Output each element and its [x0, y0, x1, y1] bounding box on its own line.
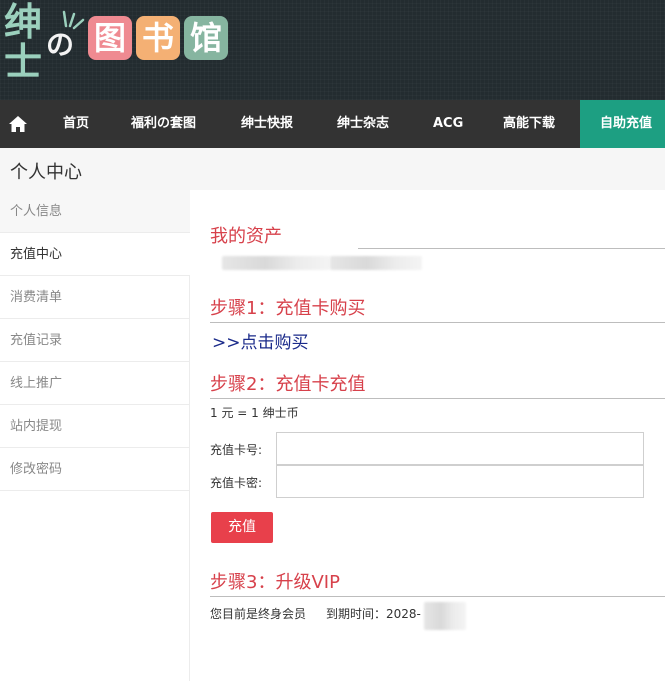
home-button[interactable] — [0, 100, 36, 148]
sidebar-item-withdraw[interactable]: 站内提现 — [0, 405, 190, 448]
nav-item-magazine[interactable]: 绅士杂志 — [337, 100, 389, 148]
step3-divider — [210, 596, 665, 597]
step3-heading: 步骤3：升级VIP — [210, 572, 340, 593]
sidebar-item-profile[interactable]: 个人信息 — [0, 190, 190, 233]
logo-char-2: 士 — [4, 40, 43, 84]
sidebar-item-recharge-history[interactable]: 充值记录 — [0, 319, 190, 362]
logo-char-1: 绅 — [4, 0, 43, 44]
logo-vertical-text: 绅 士 — [4, 2, 48, 90]
buy-card-link[interactable]: >>点击购买 — [212, 328, 309, 353]
site-logo[interactable]: 绅 士 の 图 书 馆 — [0, 0, 240, 100]
sidebar: 个人信息 充值中心 消费清单 充值记录 线上推广 站内提现 修改密码 — [0, 190, 190, 681]
assets-value-blurred-2 — [330, 256, 422, 270]
exchange-rate-text: 1 元 = 1 绅士币 — [210, 406, 299, 420]
assets-divider — [358, 248, 665, 249]
logo-tile-3: 馆 — [184, 16, 228, 60]
step1-divider — [210, 322, 665, 323]
sidebar-item-spending-list[interactable]: 消费清单 — [0, 276, 190, 319]
step2-divider — [210, 398, 665, 399]
step1-heading: 步骤1：充值卡购买 — [210, 298, 366, 319]
card-number-input[interactable] — [276, 432, 644, 465]
nav-item-welfare-gallery[interactable]: 福利の套图 — [131, 100, 196, 148]
main-nav: 首页 福利の套图 绅士快报 绅士杂志 ACG 高能下载 自助充值 — [0, 100, 665, 148]
recharge-button[interactable]: 充值 — [211, 512, 273, 543]
logo-tile-2: 书 — [136, 16, 180, 60]
logo-no-char: の — [46, 28, 75, 61]
assets-value-blurred — [222, 256, 330, 270]
assets-heading: 我的资产 — [210, 226, 282, 247]
site-header: 绅 士 の 图 书 馆 — [0, 0, 665, 100]
card-number-label: 充值卡号: — [210, 443, 263, 457]
page-title-bar: 个人中心 — [0, 148, 665, 190]
nav-item-home[interactable]: 首页 — [63, 100, 89, 148]
nav-item-self-recharge[interactable]: 自助充值 — [580, 100, 665, 148]
nav-item-acg[interactable]: ACG — [433, 100, 463, 148]
page-title: 个人中心 — [10, 162, 82, 183]
vip-status-text: 您目前是终身会员 — [210, 607, 307, 621]
nav-item-downloads[interactable]: 高能下载 — [503, 100, 555, 148]
vip-expiry-text: 到期时间：2028- — [326, 607, 421, 621]
sidebar-item-promotion[interactable]: 线上推广 — [0, 362, 190, 405]
nav-item-news[interactable]: 绅士快报 — [241, 100, 293, 148]
logo-tile-1: 图 — [88, 16, 132, 60]
step2-heading: 步骤2：充值卡充值 — [210, 374, 366, 395]
vip-expiry-blurred — [424, 602, 466, 630]
sidebar-item-change-password[interactable]: 修改密码 — [0, 448, 190, 491]
sidebar-item-recharge-center[interactable]: 充值中心 — [0, 233, 190, 276]
card-password-label: 充值卡密: — [210, 476, 263, 490]
home-icon — [9, 116, 27, 132]
main-content: 我的资产 步骤1：充值卡购买 >>点击购买 步骤2：充值卡充值 1 元 = 1 … — [190, 190, 665, 681]
card-password-input[interactable] — [276, 465, 644, 498]
